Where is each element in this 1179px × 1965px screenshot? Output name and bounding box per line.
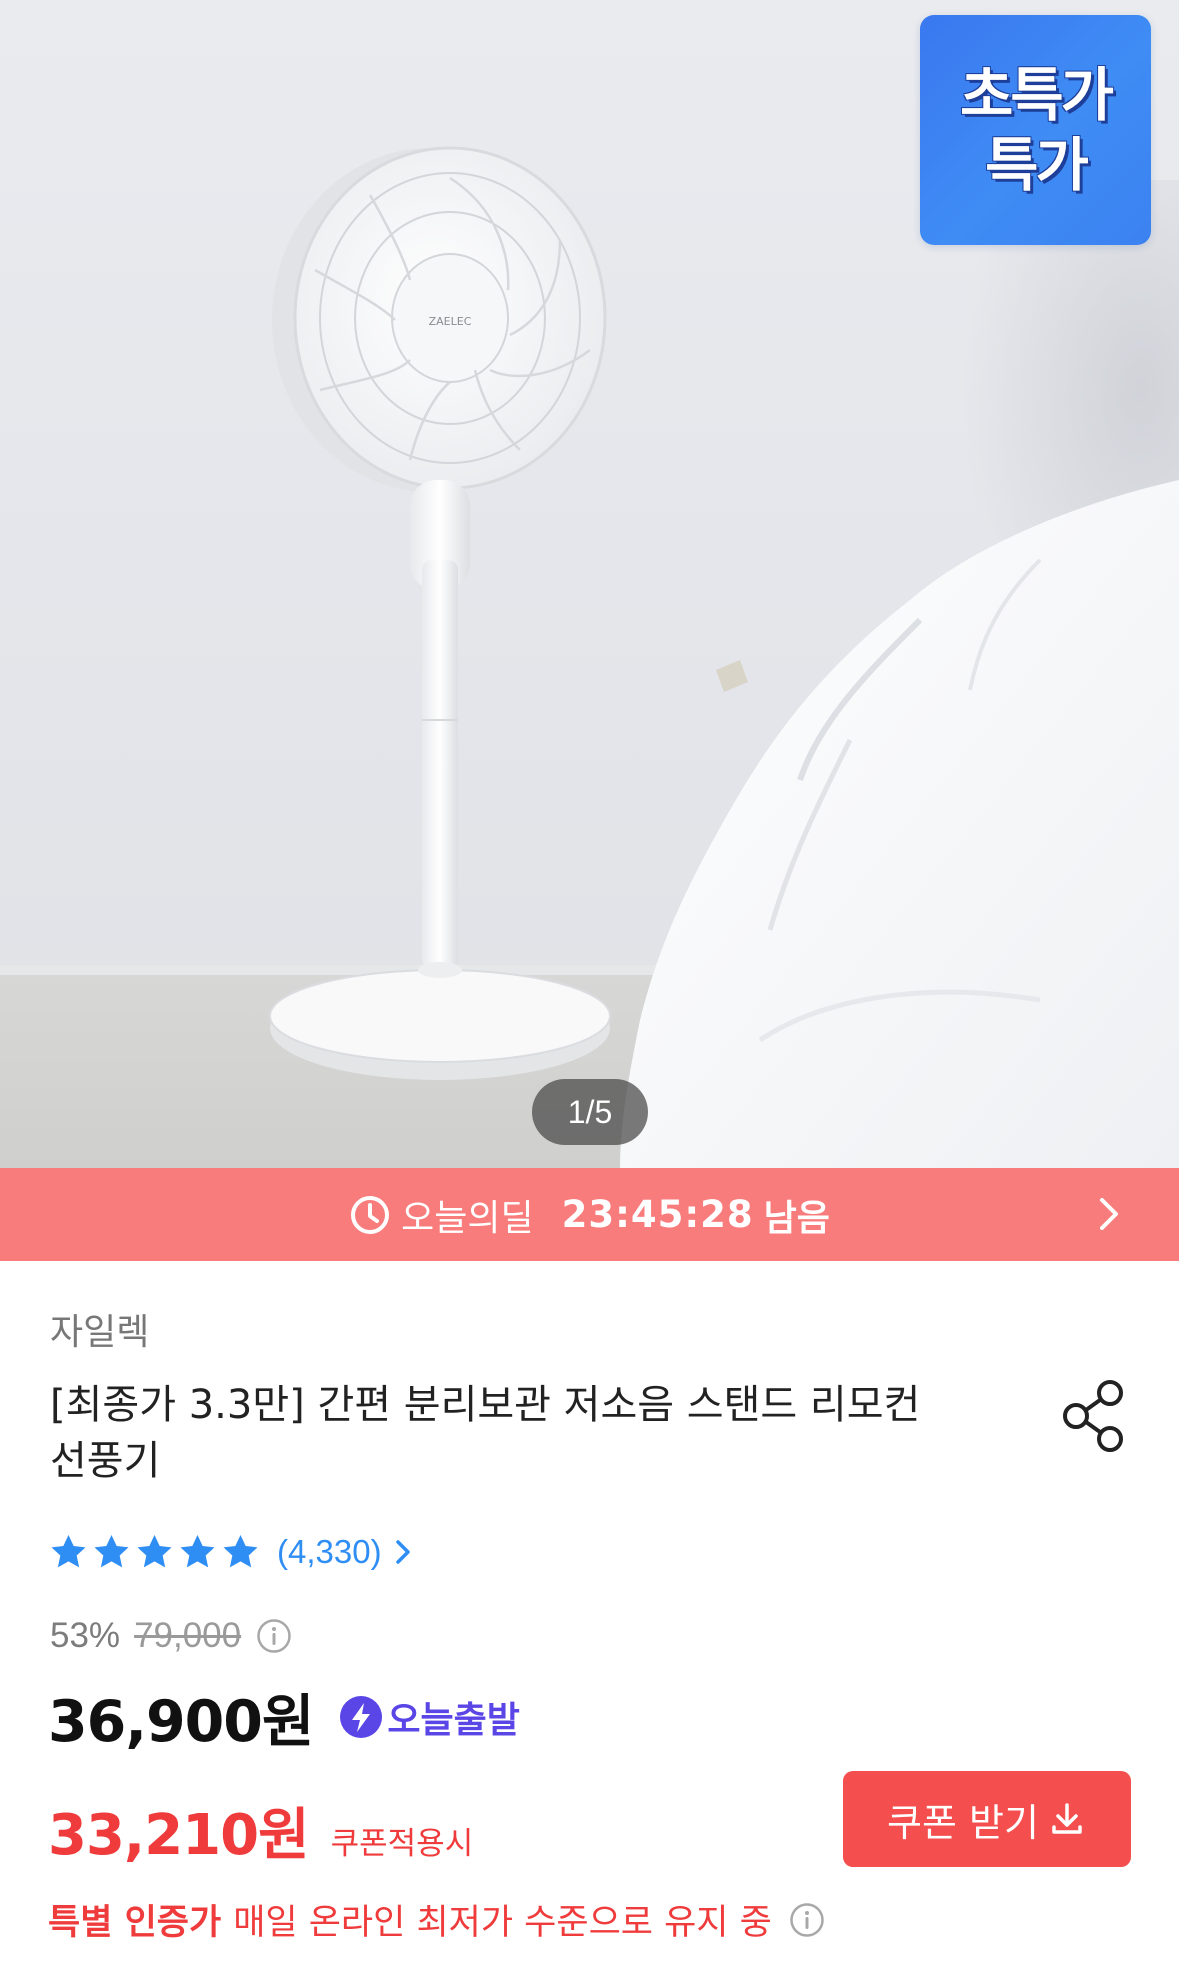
image-pager: 1/5 [532, 1079, 648, 1145]
coupon-note: 쿠폰적용시 [330, 1826, 474, 1862]
brand-name[interactable]: 자일렉 [50, 1303, 149, 1355]
deal-label: 오늘의딜 [401, 1197, 534, 1239]
original-price: 79,000 [134, 1616, 242, 1655]
review-count[interactable]: (4,330) [277, 1533, 382, 1571]
product-title: [최종가 3.3만] 간편 분리보관 저소음 스탠드 리모컨 선풍기 [50, 1382, 921, 1484]
badge-line-2: 특가 [985, 131, 1089, 199]
discount-row: 53% 79,000 [50, 1612, 293, 1660]
star-rating [48, 1532, 261, 1572]
discount-rate: 53% [50, 1616, 121, 1655]
special-deal-badge: 초특가 특가 [920, 15, 1151, 245]
star-icon [94, 1535, 129, 1568]
share-icon[interactable] [1060, 1378, 1130, 1454]
product-image[interactable]: ZAELEC 초특가 특가 1/5 [0, 0, 1179, 1168]
certified-text: 매일 온라인 최저가 수준으로 유지 중 [233, 1903, 772, 1943]
price-row: 36,900원 오늘출발 [48, 1680, 520, 1755]
todays-deal-bar[interactable]: 오늘의딜 23:45:28 남음 [0, 1168, 1179, 1261]
shipping-label: 오늘출발 [387, 1700, 520, 1741]
clock-icon [351, 1195, 390, 1234]
badge-line-1: 초특가 [959, 61, 1114, 129]
star-icon [137, 1535, 172, 1568]
sale-price: 36,900원 [48, 1689, 314, 1755]
rating-row[interactable]: (4,330) [48, 1530, 414, 1574]
lightning-icon [340, 1696, 383, 1738]
info-icon[interactable] [788, 1901, 826, 1939]
chevron-right-icon[interactable] [1091, 1196, 1127, 1232]
same-day-shipping-badge: 오늘출발 [339, 1691, 520, 1743]
download-icon [1052, 1803, 1082, 1834]
certified-label: 특별 인증가 [48, 1903, 222, 1943]
deal-timer: 23:45:28 [561, 1193, 754, 1236]
star-icon [180, 1535, 215, 1568]
fan-illustration: ZAELEC [269, 146, 611, 1080]
certified-price-row: 특별 인증가 매일 온라인 최저가 수준으로 유지 중 [48, 1894, 826, 1945]
info-icon[interactable] [255, 1617, 293, 1655]
coupon-button-label: 쿠폰 받기 [887, 1800, 1039, 1845]
coupon-price-row: 33,210원 쿠폰적용시 [48, 1790, 473, 1871]
star-icon [51, 1535, 86, 1568]
deal-remaining: 남음 [763, 1197, 830, 1239]
fan-logo: ZAELEC [429, 315, 472, 328]
get-coupon-button[interactable]: 쿠폰 받기 [843, 1771, 1131, 1867]
bed-illustration [620, 480, 1179, 1168]
coupon-price: 33,210원 [48, 1803, 310, 1868]
star-icon [223, 1535, 258, 1568]
chevron-right-icon[interactable] [392, 1537, 414, 1567]
